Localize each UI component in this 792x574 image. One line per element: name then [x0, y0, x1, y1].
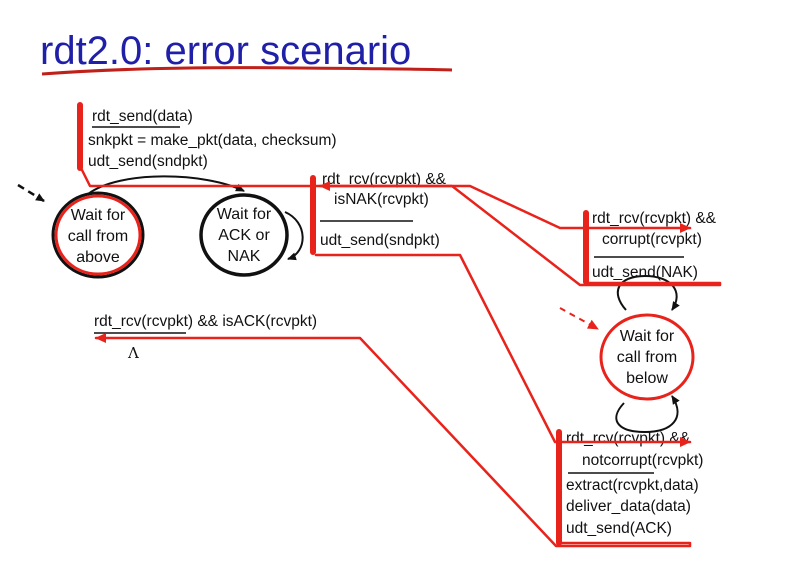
self-loop-arrow-corrupt — [616, 274, 680, 311]
state-wait-call-from-below: Wait for call from below — [599, 313, 695, 401]
event-label: corrupt(rcvpkt) — [602, 231, 702, 248]
state-label-line: NAK — [228, 248, 261, 265]
transition-notcorrupt: rdt_rcv(rcvpkt) && notcorrupt(rcvpkt) ex… — [566, 430, 703, 537]
state-label-line: call from — [617, 349, 677, 366]
fsm-diagram: rdt2.0: error scenario Wait for call fro… — [17, 29, 722, 548]
initial-state-arrow-receiver — [559, 307, 599, 330]
action-label: extract(rcvpkt,data) — [566, 477, 699, 494]
state-wait-call-from-above: Wait for call from above — [51, 191, 145, 279]
action-label: udt_send(ACK) — [566, 520, 672, 537]
state-label-line: Wait for — [71, 207, 126, 224]
event-label: rdt_rcv(rcvpkt) && — [592, 210, 717, 227]
action-label: udt_send(sndpkt) — [88, 153, 208, 170]
self-loop-arrow-ok — [615, 395, 680, 434]
action-label: udt_send(NAK) — [592, 264, 698, 281]
event-label: rdt_rcv(rcvpkt) && isACK(rcvpkt) — [94, 313, 317, 330]
action-label: udt_send(sndpkt) — [320, 232, 440, 249]
initial-state-arrow — [17, 183, 45, 203]
action-label: snkpkt = make_pkt(data, checksum) — [88, 132, 337, 149]
event-label: notcorrupt(rcvpkt) — [582, 452, 703, 469]
action-label: deliver_data(data) — [566, 498, 691, 515]
event-label: rdt_rcv(rcvpkt) && — [566, 430, 691, 447]
event-label: isNAK(rcvpkt) — [334, 191, 429, 208]
state-label-line: Wait for — [620, 328, 675, 345]
event-label: rdt_send(data) — [92, 108, 193, 125]
state-label-line: call from — [68, 228, 128, 245]
state-label-line: ACK or — [218, 227, 270, 244]
transition-corrupt: rdt_rcv(rcvpkt) && corrupt(rcvpkt) udt_s… — [592, 210, 717, 281]
transition-is-nak: rdt_rcv(rcvpkt) && isNAK(rcvpkt) udt_sen… — [320, 171, 447, 249]
transition-rdt-send: rdt_send(data) snkpkt = make_pkt(data, c… — [88, 108, 337, 170]
lambda-symbol: Λ — [127, 344, 139, 362]
state-label-line: Wait for — [217, 206, 272, 223]
state-label-line: below — [626, 370, 668, 387]
state-label-line: above — [76, 249, 120, 266]
state-wait-ack-or-nak: Wait for ACK or NAK — [199, 193, 289, 277]
